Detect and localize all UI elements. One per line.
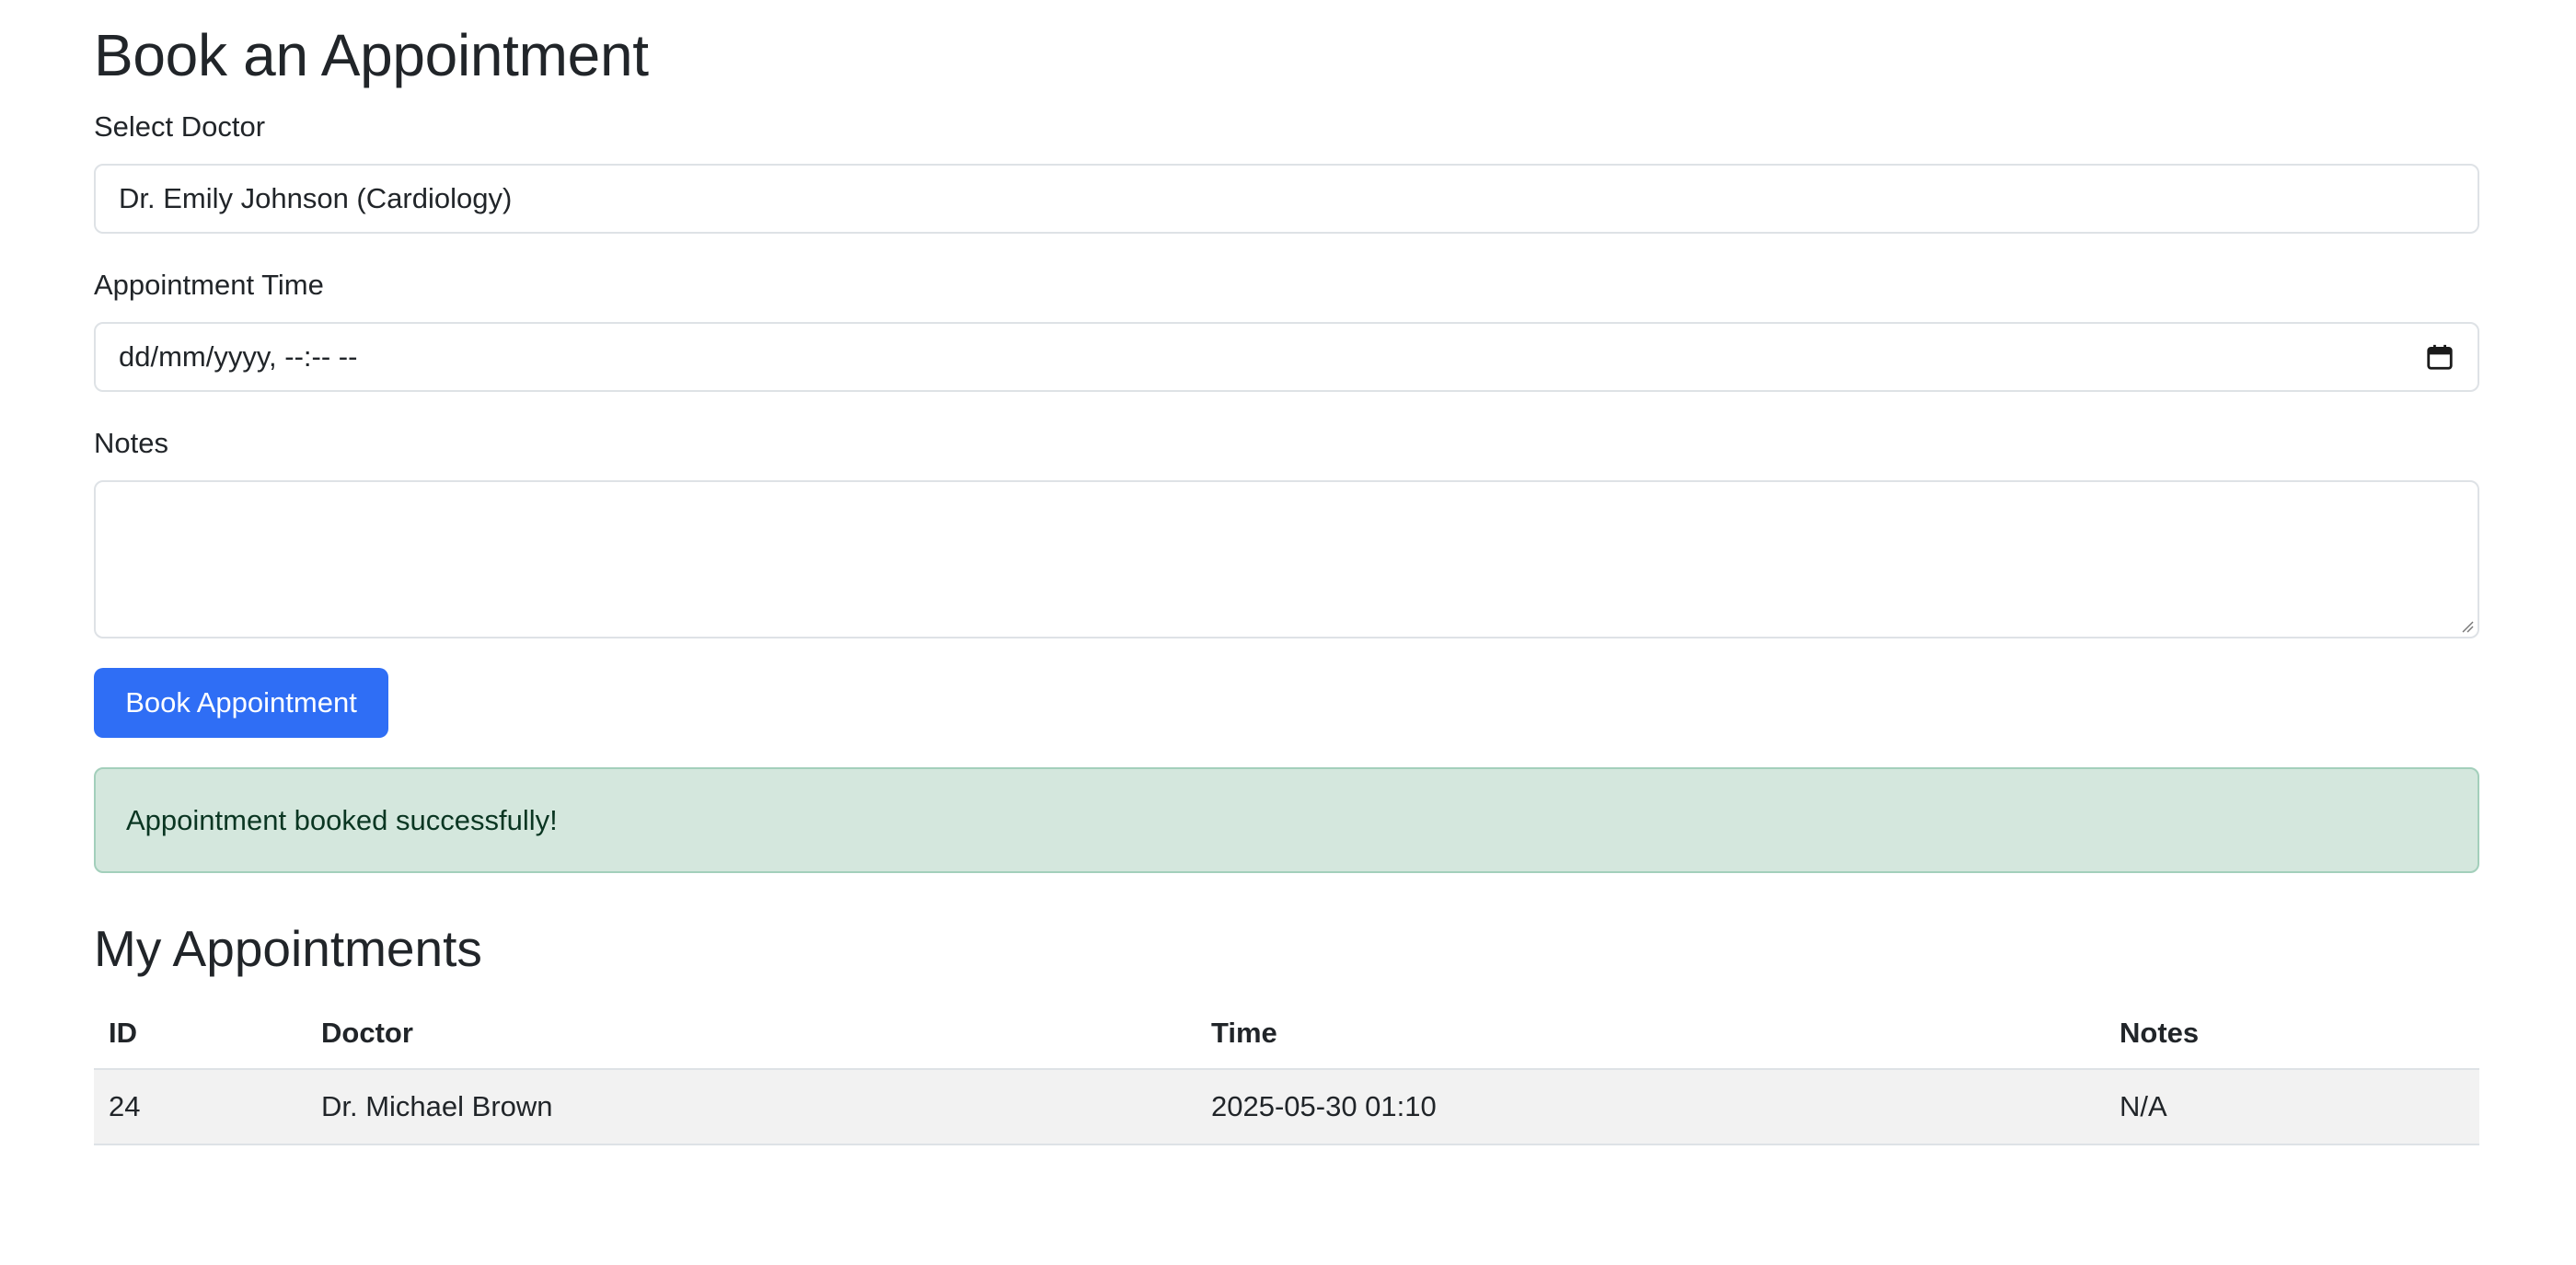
column-header-id: ID [94, 997, 306, 1070]
success-alert-message: Appointment booked successfully! [126, 803, 558, 836]
notes-label: Notes [94, 427, 168, 459]
cell-notes: N/A [2105, 1069, 2479, 1145]
page-title: Book an Appointment [94, 22, 649, 88]
cell-id: 24 [94, 1069, 306, 1145]
table-header-row: ID Doctor Time Notes [94, 997, 2479, 1070]
book-appointment-button[interactable]: Book Appointment [94, 668, 388, 738]
column-header-notes: Notes [2105, 997, 2479, 1070]
success-alert: Appointment booked successfully! [94, 767, 2479, 873]
column-header-time: Time [1196, 997, 2105, 1070]
cell-doctor: Dr. Michael Brown [306, 1069, 1196, 1145]
appointments-table: ID Doctor Time Notes 24 Dr. Michael Brow… [94, 997, 2479, 1145]
appointment-time-placeholder: dd/mm/yyyy, --:-- -- [119, 340, 358, 373]
resize-grip-icon[interactable] [2461, 620, 2474, 633]
doctor-select[interactable]: Dr. Emily Johnson (Cardiology) [94, 164, 2479, 234]
calendar-icon[interactable] [2427, 343, 2453, 371]
appointment-time-label: Appointment Time [94, 269, 324, 301]
column-header-doctor: Doctor [306, 997, 1196, 1070]
table-row: 24 Dr. Michael Brown 2025-05-30 01:10 N/… [94, 1069, 2479, 1145]
cell-time: 2025-05-30 01:10 [1196, 1069, 2105, 1145]
my-appointments-title: My Appointments [94, 920, 482, 977]
notes-textarea[interactable] [94, 480, 2479, 638]
doctor-select-value: Dr. Emily Johnson (Cardiology) [119, 182, 513, 214]
select-doctor-label: Select Doctor [94, 110, 266, 143]
appointment-time-input[interactable]: dd/mm/yyyy, --:-- -- [94, 322, 2479, 392]
